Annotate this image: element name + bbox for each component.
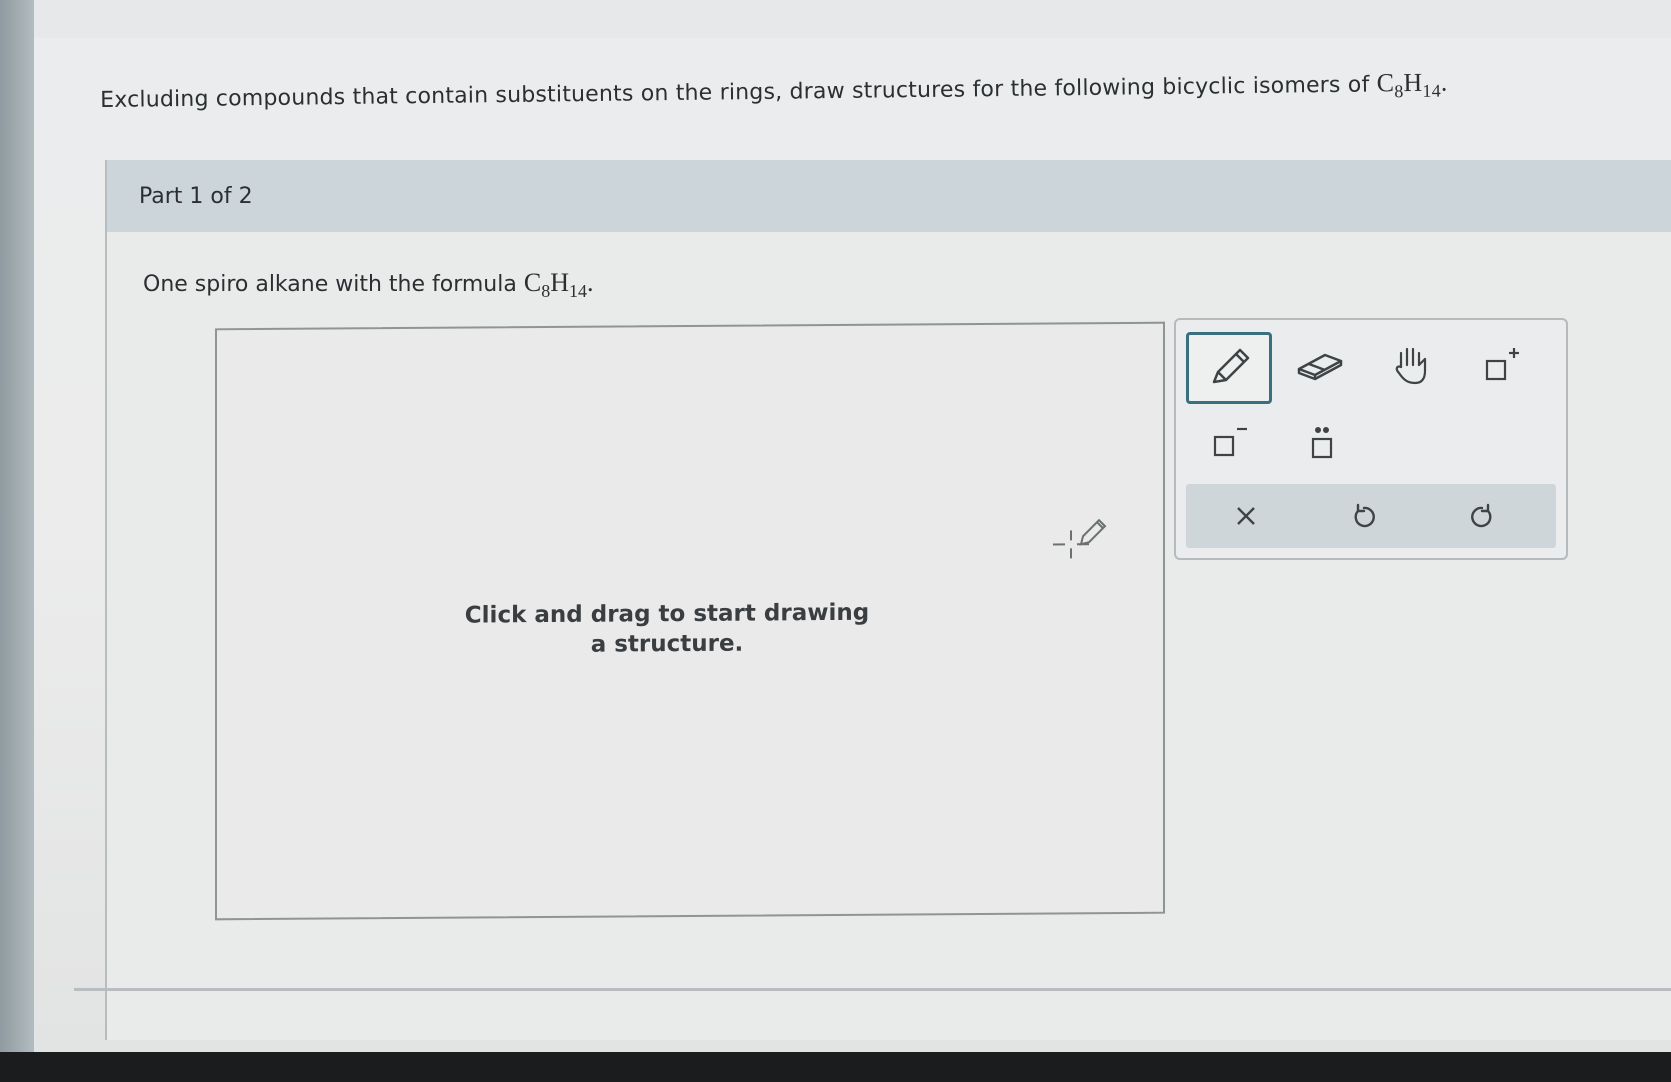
divider [74, 988, 1671, 991]
hand-tool[interactable] [1372, 332, 1452, 398]
question-text: Excluding compounds that contain substit… [100, 68, 1448, 118]
lone-pair-tool[interactable] [1282, 410, 1362, 476]
pencil-icon [1212, 348, 1250, 384]
canvas-hint: Click and drag to start drawing a struct… [464, 599, 870, 658]
add-positive-charge-icon [1485, 348, 1519, 381]
question-body: Excluding compounds that contain substit… [100, 72, 1370, 113]
part-title: Part 1 of 2 [139, 184, 253, 209]
negative-charge-tool[interactable] [1190, 410, 1270, 476]
screen-bezel-bottom [0, 1052, 1671, 1082]
prompt-formula: C8H14. [523, 268, 594, 301]
add-lone-pair-icon [1311, 427, 1333, 459]
clear-icon [1237, 507, 1255, 525]
part-prompt: One spiro alkane with the formula C8H14. [143, 268, 594, 301]
eraser-icon [1297, 353, 1343, 381]
crosshair-pencil-icon [1053, 518, 1107, 559]
eraser-tool[interactable] [1280, 332, 1360, 398]
redo-icon [1471, 503, 1492, 528]
positive-charge-tool[interactable] [1462, 332, 1542, 398]
drawing-canvas[interactable]: Click and drag to start drawing a struct… [215, 321, 1165, 921]
top-strip [34, 0, 1671, 38]
undo-icon [1354, 503, 1375, 528]
clear-button[interactable] [1216, 492, 1276, 540]
question-page: Excluding compounds that contain substit… [34, 0, 1671, 1055]
add-negative-charge-icon [1213, 427, 1247, 457]
undo-button[interactable] [1334, 492, 1394, 540]
drawing-toolbar [1174, 318, 1568, 560]
pencil-tool[interactable] [1186, 332, 1272, 404]
part-header: Part 1 of 2 [107, 160, 1671, 232]
action-bar [1186, 484, 1556, 548]
hand-icon [1395, 347, 1427, 385]
redo-button[interactable] [1452, 492, 1512, 540]
question-formula: C8H14. [1376, 67, 1448, 102]
